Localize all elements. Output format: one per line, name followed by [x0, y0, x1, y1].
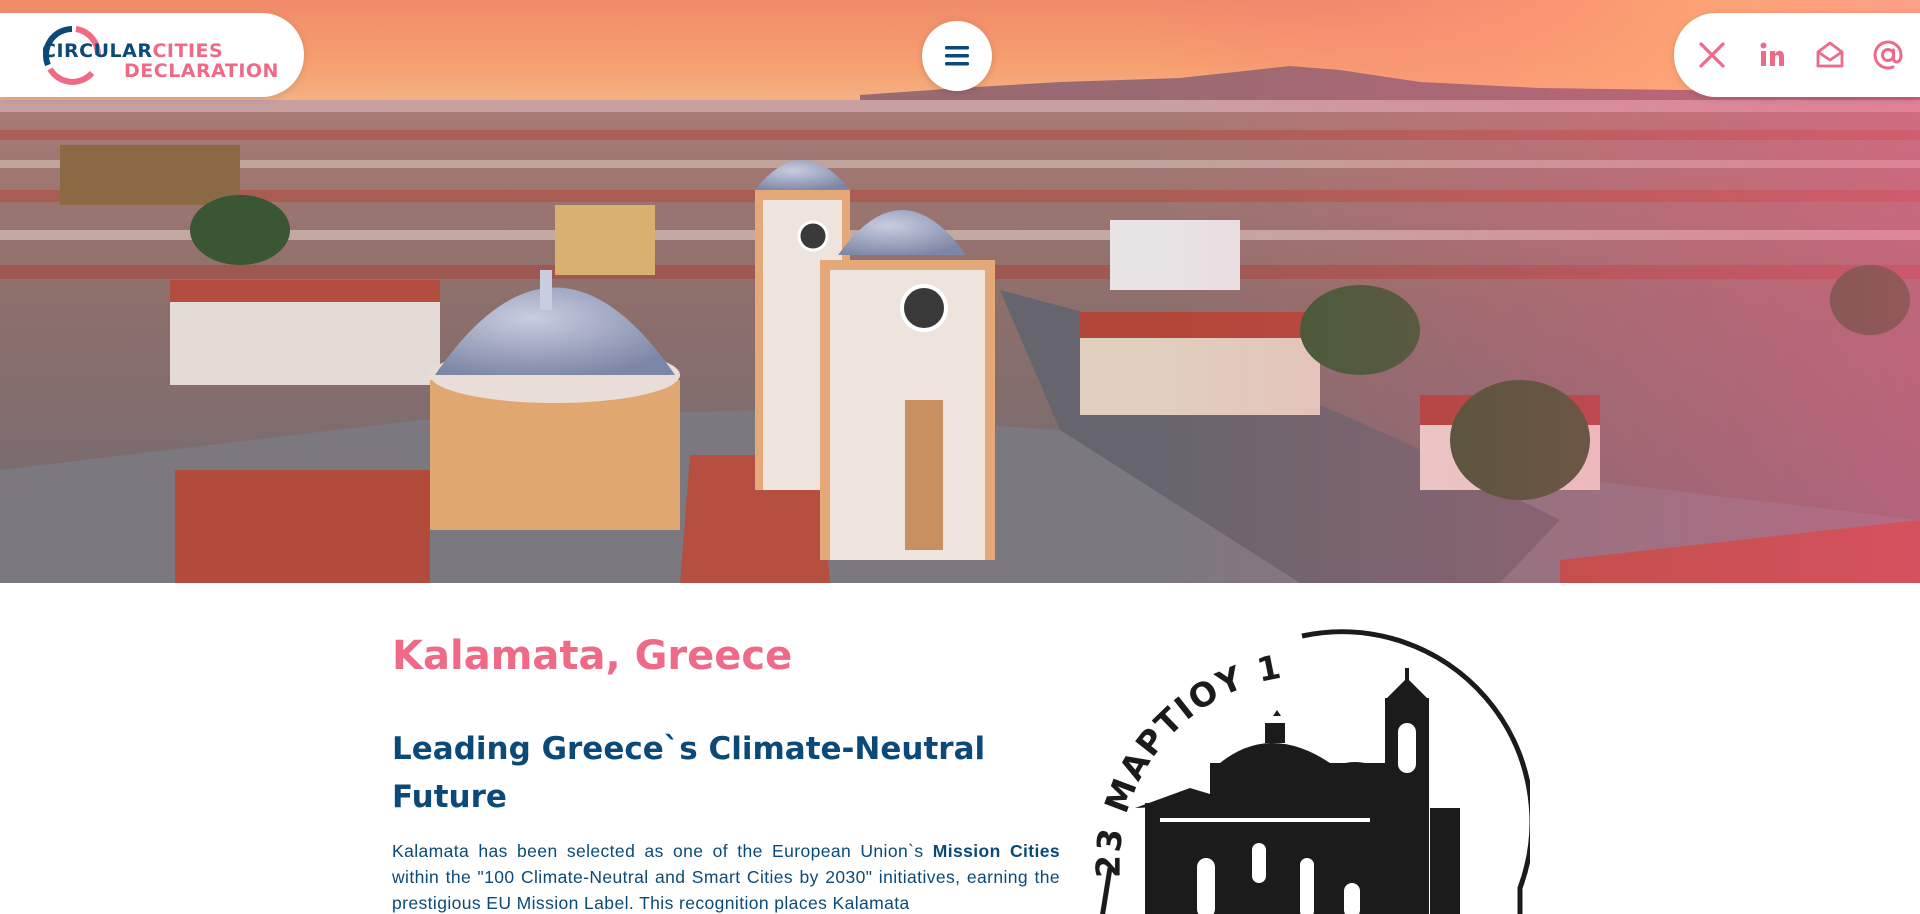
mission-cities-link: Mission Cities [932, 841, 1060, 861]
linkedin-icon[interactable] [1756, 39, 1788, 71]
social-links [1674, 13, 1920, 97]
x-icon[interactable] [1696, 39, 1728, 71]
section-heading: Leading Greece`s Climate-Neutral Future [392, 731, 986, 815]
menu-button[interactable] [922, 21, 992, 91]
paragraph-text-2: within the "100 Climate-Neutral and Smar… [392, 867, 1060, 913]
at-icon[interactable] [1872, 39, 1904, 71]
kalamata-emblem: 23 ΜΑΡΤΙΟΥ 1821 [1080, 628, 1530, 914]
hamburger-menu-icon [945, 46, 969, 66]
email-icon[interactable] [1814, 39, 1846, 71]
intro-paragraph: Kalamata has been selected as one of the… [392, 838, 1060, 914]
logo-container[interactable]: CIRCULARCITIES DECLARATION [0, 13, 304, 97]
logo-word-declaration: DECLARATION [124, 60, 279, 82]
page-title: Kalamata, Greece [392, 633, 793, 679]
paragraph-text-1: Kalamata has been selected as one of the… [392, 841, 933, 861]
logo-text: CIRCULARCITIES DECLARATION [42, 41, 279, 81]
logo-word-cities: CITIES [152, 40, 224, 62]
logo-word-circular: CIRCULAR [42, 40, 153, 62]
